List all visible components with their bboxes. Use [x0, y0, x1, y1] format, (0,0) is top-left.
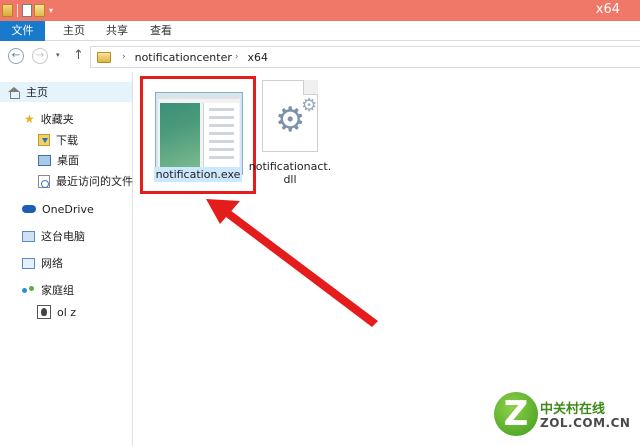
file-list: notification.exe ⚙ ⚙ notificationact.dll — [134, 72, 640, 446]
breadcrumb-segment[interactable]: x64 — [247, 51, 268, 64]
sidebar-item-label: ol z — [57, 305, 77, 319]
gear-icon: ⚙ — [301, 95, 318, 116]
sidebar-item-label: 家庭组 — [41, 284, 74, 297]
application-thumbnail-icon — [155, 92, 243, 175]
file-name: notificationact.dll — [248, 160, 332, 186]
sidebar-item-network[interactable]: 网络 — [0, 253, 63, 273]
home-icon — [8, 86, 20, 99]
downloads-icon — [38, 134, 50, 146]
tab-share[interactable]: 共享 — [102, 21, 132, 41]
file-explorer-window: ▾ x64 文件 主页 共享 查看 ← → ▾ ↑ › notification… — [0, 0, 640, 446]
new-folder-icon[interactable] — [34, 4, 45, 17]
navigation-bar: ← → ▾ ↑ › notificationcenter › x64 — [0, 42, 640, 72]
tab-home[interactable]: 主页 — [59, 21, 89, 41]
chevron-right-icon[interactable]: › — [122, 52, 126, 62]
quick-access-divider — [17, 4, 18, 17]
title-bar: ▾ x64 — [0, 0, 640, 21]
file-item-dll[interactable]: ⚙ ⚙ notificationact.dll — [249, 80, 350, 192]
window-title: x64 — [595, 2, 620, 17]
zol-logo-icon: Z — [494, 392, 538, 436]
ribbon-tabs: 文件 主页 共享 查看 — [0, 21, 640, 41]
sidebar-item-onedrive[interactable]: OneDrive — [0, 199, 94, 219]
file-item-exe[interactable]: notification.exe — [140, 76, 256, 194]
sidebar-item-favorites[interactable]: ★ 收藏夹 — [0, 109, 74, 129]
homegroup-icon — [22, 285, 35, 296]
sidebar-item-label: 收藏夹 — [40, 113, 74, 126]
sidebar-item-label: 桌面 — [57, 154, 79, 167]
watermark: Z 中关村在线 ZOL.COM.CN — [494, 392, 634, 440]
folder-icon — [97, 51, 111, 63]
desktop-icon — [38, 154, 51, 166]
sidebar-item-this-pc[interactable]: 这台电脑 — [0, 226, 85, 246]
forward-button[interactable]: → — [32, 48, 48, 64]
sidebar-item-label: 这台电脑 — [41, 230, 85, 243]
recent-places-icon — [38, 174, 50, 188]
this-pc-icon — [22, 230, 35, 242]
sidebar-item-label: 下载 — [56, 134, 78, 147]
chevron-right-icon[interactable]: › — [235, 52, 239, 62]
file-name-text: notification.exe — [153, 167, 243, 182]
sidebar-item-recent-places[interactable]: 最近访问的文件夹 — [0, 171, 133, 191]
star-icon: ★ — [24, 112, 35, 126]
folder-icon — [2, 4, 13, 17]
back-button[interactable]: ← — [8, 48, 24, 64]
recent-locations-icon[interactable]: ▾ — [56, 51, 60, 59]
sidebar-item-downloads[interactable]: 下载 — [0, 130, 78, 150]
properties-icon[interactable] — [22, 4, 32, 17]
sidebar-item-label: 最近访问的文件夹 — [56, 175, 133, 188]
watermark-cn: 中关村在线 — [540, 402, 606, 417]
address-bar[interactable]: › notificationcenter › x64 — [90, 46, 640, 68]
quick-access-toolbar: ▾ — [2, 2, 53, 19]
network-icon — [22, 257, 35, 269]
tab-view[interactable]: 查看 — [146, 21, 176, 41]
sidebar-item-label: OneDrive — [42, 202, 94, 216]
sidebar-item-user[interactable]: ol z — [0, 302, 76, 322]
up-button[interactable]: ↑ — [73, 48, 84, 63]
onedrive-icon — [22, 205, 36, 213]
sidebar-item-home[interactable]: 主页 — [0, 82, 132, 102]
user-icon — [37, 305, 51, 319]
sidebar-item-label: 主页 — [26, 86, 48, 99]
watermark-en: ZOL.COM.CN — [540, 416, 631, 430]
sidebar-item-desktop[interactable]: 桌面 — [0, 150, 79, 170]
sidebar-item-homegroup[interactable]: 家庭组 — [0, 280, 74, 300]
sidebar-item-label: 网络 — [41, 257, 63, 270]
tab-file[interactable]: 文件 — [0, 21, 45, 41]
navigation-pane: 主页 ★ 收藏夹 下载 桌面 最近访问的文件夹 OneDrive 这台电脑 网络 — [0, 72, 133, 446]
file-name: notification.exe — [143, 167, 253, 182]
breadcrumb-segment[interactable]: notificationcenter — [135, 51, 232, 64]
dll-file-icon: ⚙ ⚙ — [262, 80, 318, 152]
customize-quick-access-icon[interactable]: ▾ — [49, 6, 53, 15]
